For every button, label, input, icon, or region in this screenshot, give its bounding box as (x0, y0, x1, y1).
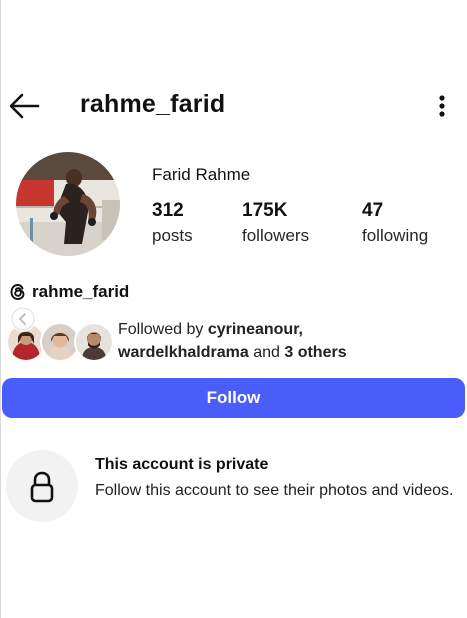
follow-button[interactable]: Follow (2, 378, 465, 418)
stat-following[interactable]: 47 following (362, 200, 428, 246)
stat-followers-count: 175K (242, 200, 288, 221)
chevron-left-icon (11, 307, 35, 331)
private-lock-badge (6, 450, 78, 522)
private-description: Follow this account to see their photos … (95, 482, 454, 499)
threads-icon (10, 284, 25, 300)
profile-header: rahme_farid (0, 84, 467, 128)
threads-handle: rahme_farid (32, 282, 130, 301)
profile-avatar[interactable] (16, 152, 120, 256)
stat-following-label: following (362, 226, 429, 245)
arrow-left-icon (9, 93, 40, 119)
more-vertical-icon (439, 95, 445, 117)
follower-link-2[interactable]: wardelkhaldrama (118, 344, 249, 361)
stat-posts-count: 312 (152, 200, 184, 221)
stat-posts-label: posts (152, 226, 193, 245)
threads-link[interactable]: rahme_farid (8, 282, 129, 302)
display-name: Farid Rahme (152, 165, 251, 184)
stat-following-count: 47 (362, 200, 384, 221)
follower-link-1[interactable]: cyrineanour, (208, 321, 303, 338)
follower-avatar-3 (74, 322, 114, 362)
stat-followers-label: followers (242, 226, 310, 245)
more-options-button[interactable] (430, 90, 454, 122)
followed-by-prefix: Followed by (118, 321, 204, 338)
private-title: This account is private (95, 456, 269, 473)
followed-by-others-link[interactable]: 3 others (284, 344, 346, 361)
followed-by-text: Followed by cyrineanour, wardelkhaldrama… (118, 318, 347, 364)
followed-by-row[interactable]: Followed by cyrineanour, wardelkhaldrama… (6, 306, 466, 364)
page-title: rahme_farid (80, 90, 226, 118)
followed-by-connector: and (253, 344, 280, 361)
stat-posts[interactable]: 312 posts (152, 200, 193, 246)
stat-followers[interactable]: 175K followers (242, 200, 309, 246)
back-button[interactable] (8, 90, 40, 122)
lock-icon (30, 471, 54, 503)
carousel-prev-button[interactable] (10, 306, 36, 332)
